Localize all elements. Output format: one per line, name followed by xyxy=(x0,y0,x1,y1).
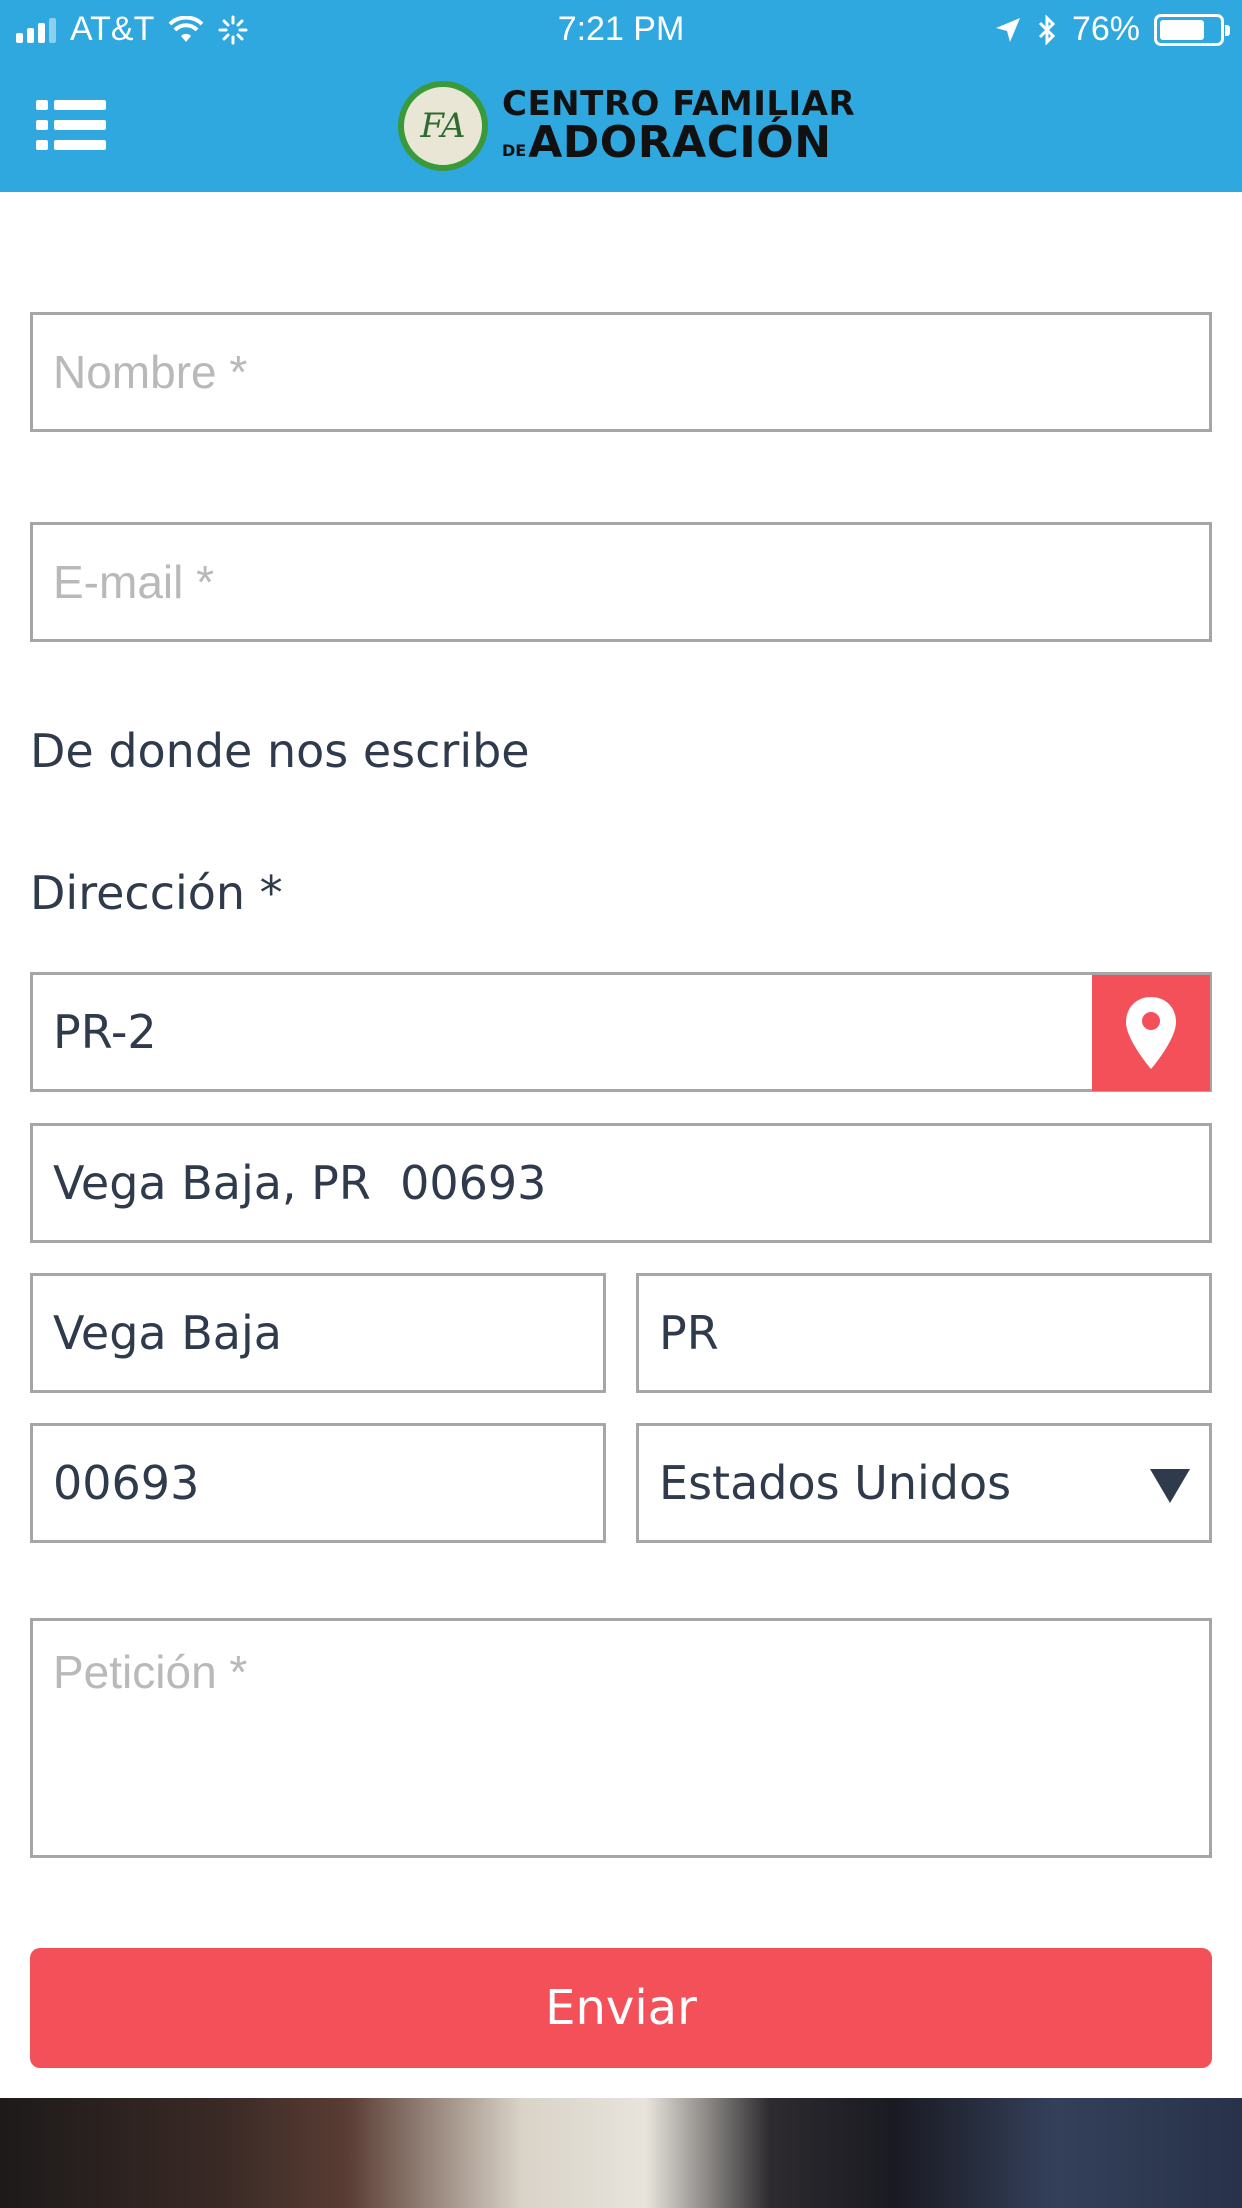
bluetooth-icon xyxy=(1038,13,1056,46)
country-select-value: Estados Unidos xyxy=(659,1456,1012,1510)
logo-line1: CENTRO FAMILIAR xyxy=(502,84,856,124)
address-label: Dirección * xyxy=(30,866,283,920)
menu-button[interactable] xyxy=(36,96,106,156)
background-photo xyxy=(0,2098,1242,2208)
locate-button[interactable] xyxy=(1092,975,1210,1091)
status-bar: AT&T 7:21 PM 76% xyxy=(0,0,1242,62)
location-arrow-icon xyxy=(995,17,1020,42)
city-input[interactable] xyxy=(30,1273,606,1393)
battery-percent: 76% xyxy=(1071,10,1140,48)
submit-button[interactable]: Enviar xyxy=(30,1948,1212,2068)
logo-small: DE xyxy=(502,141,527,160)
petition-textarea[interactable] xyxy=(30,1618,1212,1858)
battery-icon xyxy=(1154,13,1230,46)
state-input[interactable] xyxy=(636,1273,1212,1393)
logo-text: CENTRO FAMILIAR DE ADORACIÓN xyxy=(502,87,855,165)
zip-input[interactable] xyxy=(30,1423,606,1543)
app-header: FA CENTRO FAMILIAR DE ADORACIÓN xyxy=(0,62,1242,192)
city-state-zip-input[interactable] xyxy=(30,1123,1212,1243)
menu-icon xyxy=(36,100,106,110)
status-right: 76% xyxy=(994,10,1230,49)
chevron-down-icon xyxy=(1150,1469,1190,1503)
name-input[interactable] xyxy=(30,312,1212,432)
country-select[interactable]: Estados Unidos xyxy=(636,1423,1212,1543)
map-pin-icon xyxy=(1126,997,1176,1069)
logo-emblem: FA xyxy=(398,81,488,171)
app-logo: FA CENTRO FAMILIAR DE ADORACIÓN xyxy=(398,78,855,174)
email-input[interactable] xyxy=(30,522,1212,642)
street-input[interactable] xyxy=(30,972,1212,1092)
origin-section-label: De donde nos escribe xyxy=(30,724,530,778)
logo-line2: ADORACIÓN xyxy=(528,117,832,168)
